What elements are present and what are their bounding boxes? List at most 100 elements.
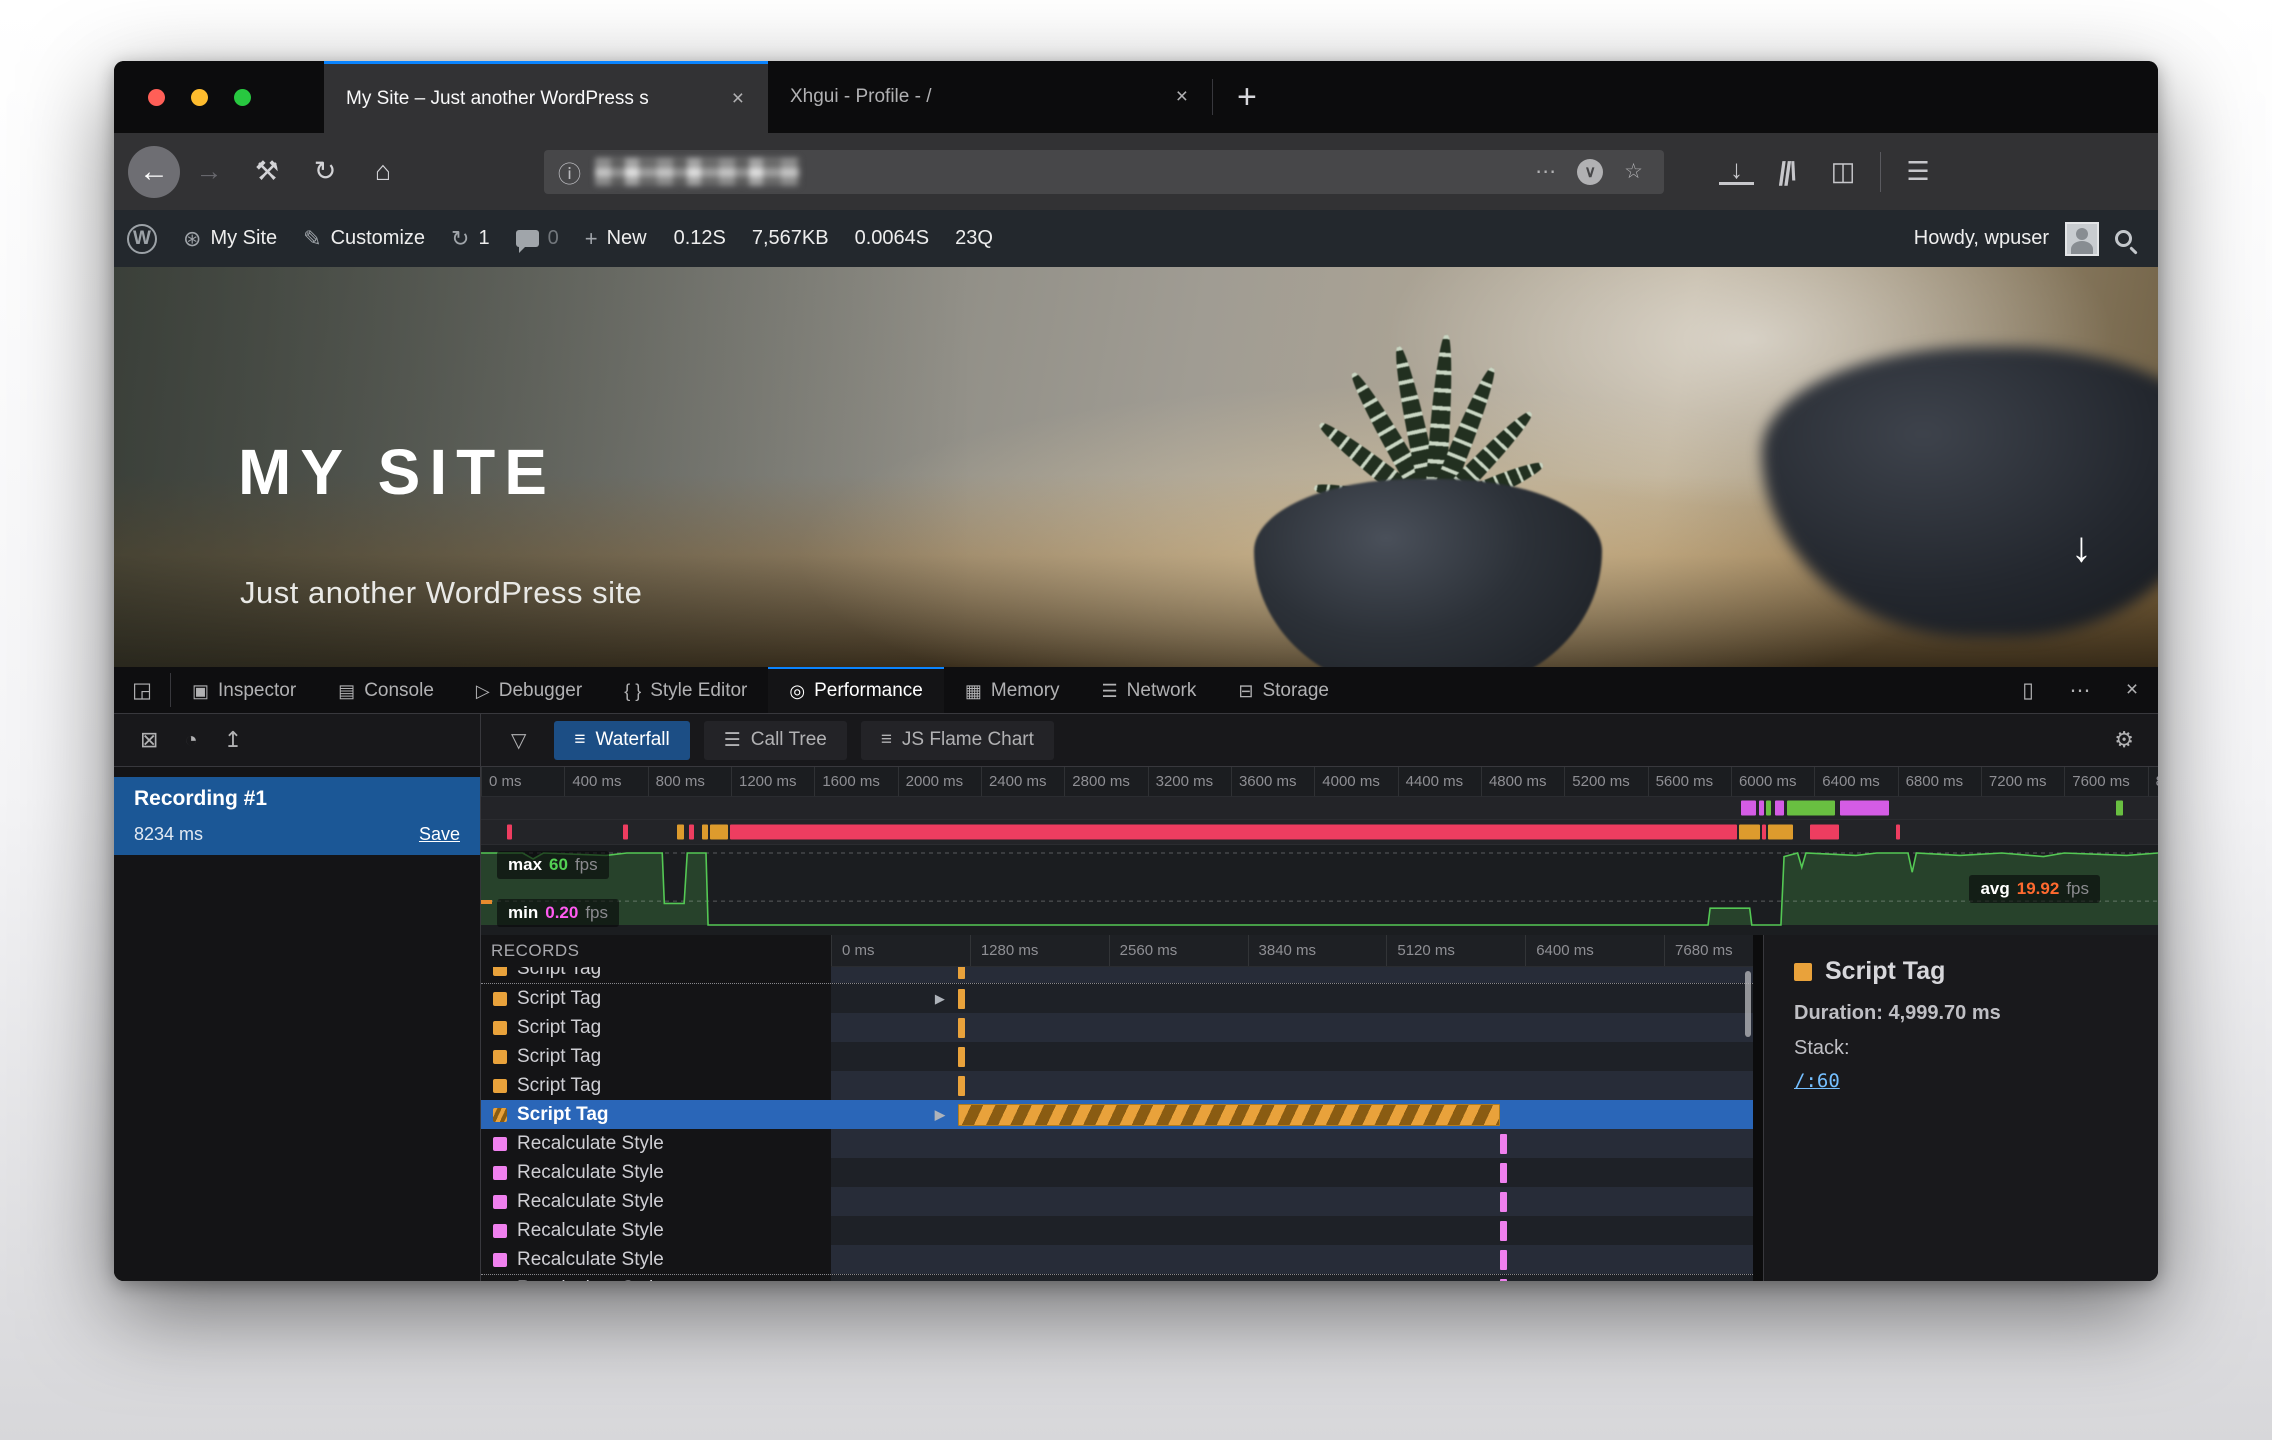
devtools-tab-performance[interactable]: ◎Performance bbox=[768, 667, 944, 713]
library-icon[interactable]: ||\ bbox=[1766, 156, 1808, 187]
devtools-more-icon[interactable]: ⋯ bbox=[2054, 678, 2106, 703]
save-recording-link[interactable]: Save bbox=[419, 824, 460, 845]
expander-triangle-icon[interactable]: ▶ bbox=[935, 991, 945, 1007]
overview-segment-purple bbox=[1775, 801, 1784, 816]
view-button-waterfall[interactable]: ≡Waterfall bbox=[554, 721, 689, 760]
site-info-icon[interactable]: ⓘ bbox=[558, 155, 581, 189]
home-button[interactable]: ⌂ bbox=[354, 156, 412, 187]
stack-frame-link[interactable]: /:60 bbox=[1794, 1070, 1840, 1092]
record-row-script-tag[interactable]: Script Tag bbox=[481, 1071, 1753, 1100]
stat-page-time: 0.12S bbox=[674, 227, 726, 250]
record-row-script-tag[interactable]: Script Tag bbox=[481, 1042, 1753, 1071]
record-label-text: Script Tag bbox=[517, 988, 601, 1010]
timeline-overview[interactable]: 0 ms400 ms800 ms1200 ms1600 ms2000 ms240… bbox=[481, 767, 2158, 935]
call-tree-icon: ☰ bbox=[724, 729, 741, 752]
devtools-tabs: ▣Inspector▤Console▷Debugger{ }Style Edit… bbox=[171, 667, 1350, 713]
wp-updates-menu[interactable]: ↻ 1 bbox=[438, 210, 503, 267]
import-recording-icon[interactable]: ↥ bbox=[224, 727, 242, 753]
waterfall-marker bbox=[958, 1018, 965, 1038]
record-label-cell: Script Tag bbox=[481, 984, 831, 1013]
wp-my-site-menu[interactable]: ⊛ My Site bbox=[170, 210, 290, 267]
overview-ruler-tick: 400 ms bbox=[564, 767, 621, 796]
bookmark-star-icon[interactable]: ☆ bbox=[1617, 159, 1650, 184]
element-picker-icon[interactable]: ◲ bbox=[114, 667, 170, 713]
waterfall-marker bbox=[958, 1047, 965, 1067]
record-row-script-tag[interactable]: Script Tag bbox=[481, 967, 1753, 984]
record-row-script-tag[interactable]: Script Tag bbox=[481, 1013, 1753, 1042]
wrench-icon[interactable]: ⚒ bbox=[238, 156, 296, 187]
wp-comments-menu[interactable]: 0 bbox=[503, 210, 572, 267]
wp-customize-menu[interactable]: ✎ Customize bbox=[290, 210, 438, 267]
menu-hamburger-icon[interactable]: ☰ bbox=[1895, 156, 1940, 187]
records-scrollbar-thumb[interactable] bbox=[1745, 971, 1751, 1037]
record-waterfall-cell bbox=[831, 1275, 1753, 1281]
record-row-script-tag[interactable]: Script Tag ▶ bbox=[481, 984, 1753, 1013]
record-row-recalculate-style[interactable]: Recalculate Style bbox=[481, 1129, 1753, 1158]
devtools-tab-inspector[interactable]: ▣Inspector bbox=[171, 667, 317, 713]
record-row-recalculate-style[interactable]: Recalculate Style bbox=[481, 1245, 1753, 1274]
zoom-window-button[interactable] bbox=[234, 89, 251, 106]
reload-button[interactable]: ↻ bbox=[296, 156, 354, 187]
tab-close-icon[interactable]: × bbox=[726, 85, 750, 113]
devtools-tab-memory[interactable]: ▦Memory bbox=[944, 667, 1081, 713]
tab-title: My Site – Just another WordPress s bbox=[346, 88, 726, 110]
view-button-call-tree[interactable]: ☰Call Tree bbox=[704, 721, 847, 760]
clear-recordings-icon[interactable]: ⊠ bbox=[140, 727, 158, 753]
devtools-tab-style-editor[interactable]: { }Style Editor bbox=[603, 667, 768, 713]
page-actions-icon[interactable]: ⋯ bbox=[1528, 159, 1563, 184]
scroll-down-arrow[interactable]: ↓ bbox=[2071, 523, 2092, 571]
record-row-recalculate-style[interactable]: Recalculate Style bbox=[481, 1158, 1753, 1187]
pocket-icon[interactable]: ∨ bbox=[1577, 159, 1603, 185]
expander-triangle-icon[interactable]: ▶ bbox=[935, 1107, 945, 1123]
devtools-tab-debugger[interactable]: ▷Debugger bbox=[455, 667, 603, 713]
overview-segment-orange bbox=[1739, 825, 1760, 840]
back-button[interactable]: ← bbox=[128, 146, 180, 198]
recordings-toolbar: ⊠ ◔ ↥ bbox=[114, 714, 481, 766]
devtools-close-icon[interactable]: × bbox=[2106, 678, 2158, 702]
record-row-script-tag[interactable]: Script Tag ▶ bbox=[481, 1100, 1753, 1129]
storage-icon: ⊟ bbox=[1238, 681, 1253, 702]
view-button-js-flame-chart[interactable]: ≡JS Flame Chart bbox=[861, 721, 1054, 760]
query-monitor-stats[interactable]: 0.12S 7,567KB 0.0064S 23Q bbox=[660, 227, 993, 250]
record-label-cell: Recalculate Style bbox=[481, 1129, 831, 1158]
record-label-text: Script Tag bbox=[517, 1017, 601, 1039]
recordings-sidebar: Recording #1 8234 ms Save bbox=[114, 767, 481, 1281]
new-tab-button[interactable]: + bbox=[1213, 61, 1281, 133]
record-label-text: Script Tag bbox=[517, 1104, 609, 1126]
filter-icon[interactable]: ▽ bbox=[481, 728, 554, 753]
devtools-tab-label: Memory bbox=[991, 680, 1060, 702]
record-row-recalculate-style[interactable]: Recalculate Style bbox=[481, 1216, 1753, 1245]
overview-segment-green bbox=[1787, 801, 1835, 816]
site-tagline: Just another WordPress site bbox=[240, 575, 642, 611]
devtools-tab-network[interactable]: ☰Network bbox=[1081, 667, 1218, 713]
close-window-button[interactable] bbox=[148, 89, 165, 106]
record-color-chip bbox=[493, 1050, 507, 1064]
performance-settings-gear-icon[interactable]: ⚙ bbox=[2114, 727, 2158, 753]
recording-list-item[interactable]: Recording #1 8234 ms Save bbox=[114, 777, 480, 855]
records-title: RECORDS bbox=[481, 935, 831, 967]
forward-button[interactable]: → bbox=[180, 156, 238, 187]
overview-segment-orange bbox=[702, 825, 708, 840]
devtools-tab-console[interactable]: ▤Console bbox=[317, 667, 455, 713]
tab-close-icon[interactable]: × bbox=[1170, 83, 1194, 111]
sidebar-toggle-icon[interactable]: ◫ bbox=[1820, 156, 1867, 187]
tab-my-site[interactable]: My Site – Just another WordPress s × bbox=[324, 61, 768, 133]
waterfall-rows: Script TagScript Tag▶Script TagScript Ta… bbox=[481, 967, 1753, 1281]
devtools-tab-storage[interactable]: ⊟Storage bbox=[1217, 667, 1350, 713]
downloads-icon[interactable]: ↓ bbox=[1719, 158, 1754, 184]
record-label-cell: Recalculate Style bbox=[481, 1187, 831, 1216]
search-icon[interactable] bbox=[2115, 230, 2132, 247]
minimize-window-button[interactable] bbox=[191, 89, 208, 106]
responsive-mode-icon[interactable]: ▯ bbox=[2002, 678, 2054, 703]
wp-logo-menu[interactable]: W bbox=[114, 210, 170, 267]
toolbar-divider bbox=[1880, 152, 1881, 192]
howdy-label[interactable]: Howdy, wpuser bbox=[1914, 227, 2049, 250]
avatar[interactable] bbox=[2065, 222, 2099, 256]
record-row-recalculate-style[interactable]: Recalculate Style bbox=[481, 1274, 1753, 1281]
url-bar[interactable]: ⓘ ⋯ ∨ ☆ bbox=[544, 150, 1664, 194]
tab-xhgui[interactable]: Xhgui - Profile - / × bbox=[768, 61, 1212, 133]
record-color-chip bbox=[493, 967, 507, 976]
record-performance-icon[interactable]: ◔ bbox=[184, 727, 197, 753]
wp-new-menu[interactable]: + New bbox=[572, 210, 660, 267]
record-row-recalculate-style[interactable]: Recalculate Style bbox=[481, 1187, 1753, 1216]
